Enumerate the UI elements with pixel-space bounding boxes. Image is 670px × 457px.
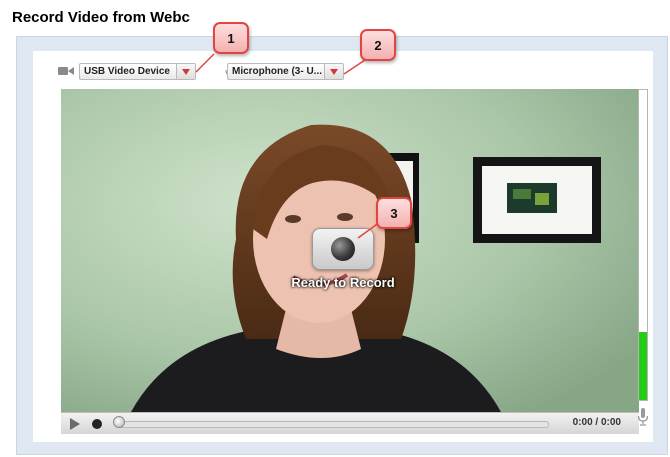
- microphone-icon: [637, 408, 649, 426]
- seek-track[interactable]: [117, 421, 549, 428]
- record-button[interactable]: [312, 228, 374, 270]
- player-controls: 0:00 / 0:00: [61, 412, 639, 434]
- audio-level-meter: [638, 89, 648, 401]
- webcam-panel: USB Video Device Microphone (3- U... Rea…: [16, 36, 668, 455]
- camera-select-value: USB Video Device: [84, 66, 170, 77]
- time-readout: 0:00 / 0:00: [572, 417, 621, 428]
- microphone-select[interactable]: Microphone (3- U...: [227, 63, 344, 80]
- video-camera-icon: [58, 67, 74, 75]
- play-button[interactable]: [67, 416, 83, 432]
- chevron-down-icon: [330, 68, 338, 75]
- callout-1: 1: [213, 22, 249, 54]
- audio-level-fill: [639, 331, 647, 400]
- seek-handle[interactable]: [113, 416, 125, 428]
- chevron-down-icon: [182, 68, 190, 75]
- record-icon: [331, 237, 355, 261]
- camera-select-arrow[interactable]: [176, 64, 195, 79]
- callout-3: 3: [376, 197, 412, 229]
- microphone-select-value: Microphone (3- U...: [232, 66, 322, 77]
- record-icon: [92, 419, 102, 429]
- play-icon: [70, 418, 80, 430]
- camera-select[interactable]: USB Video Device: [79, 63, 196, 80]
- video-preview: Ready to Record: [61, 89, 639, 412]
- microphone-select-arrow[interactable]: [324, 64, 343, 79]
- page-title: Record Video from Webc: [12, 9, 190, 26]
- callout-2: 2: [360, 29, 396, 61]
- record-small-button[interactable]: [89, 416, 105, 432]
- recording-status: Ready to Record: [291, 275, 395, 290]
